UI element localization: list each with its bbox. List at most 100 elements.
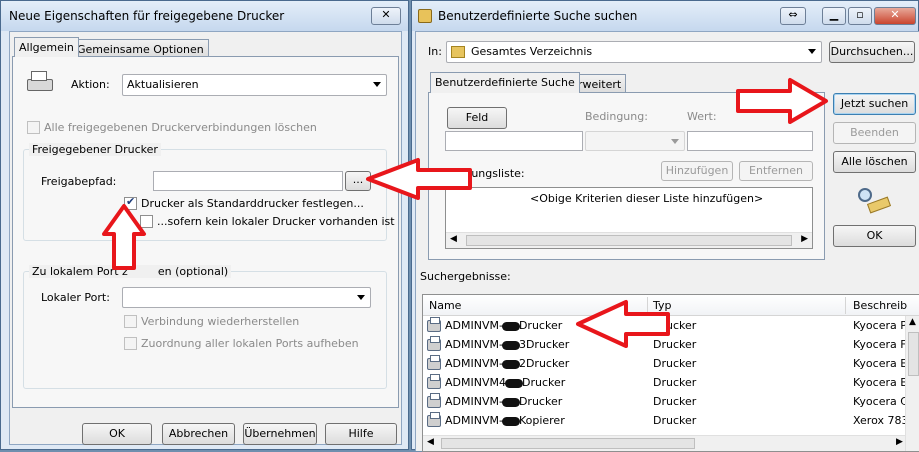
result-description: Kyocera E [853, 376, 908, 389]
condition-label: Bedingung: [585, 110, 648, 123]
result-row[interactable]: ADMINVM- 2Drucker Drucker Kyocera E [423, 355, 907, 374]
left-title-bar[interactable]: Neue Eigenschaften für freigegebene Druc… [1, 1, 408, 31]
cancel-label: Abbrechen [168, 427, 229, 440]
result-type: Drucker [653, 414, 697, 427]
custom-search-window: Benutzerdefinierte Suche suchen ⇔ ▁ ▫ ✕ … [411, 0, 919, 452]
close-icon[interactable]: ✕ [874, 7, 916, 25]
result-name-start: ADMINVM- [445, 414, 503, 427]
result-type: Drucker [653, 395, 697, 408]
result-description: Kyocera F [853, 338, 907, 351]
result-row[interactable]: ADMINVM4 Drucker Drucker Kyocera E [423, 374, 908, 393]
result-row[interactable]: ADMINVM- Drucker Drucker Kyocera P [423, 317, 907, 336]
printer-icon [427, 374, 441, 389]
result-row[interactable]: ADMINVM- 3Drucker Drucker Kyocera F [423, 336, 907, 355]
condition-dropdown[interactable] [585, 131, 685, 151]
reconnect-label: Verbindung wiederherstellen [141, 315, 300, 328]
stop-button[interactable]: Beenden [833, 122, 916, 144]
folder-icon [451, 46, 465, 58]
search-now-label: Jetzt suchen [840, 97, 909, 110]
printer-icon [427, 317, 441, 332]
ok-label: OK [109, 427, 125, 440]
in-dropdown[interactable]: Gesamtes Verzeichnis [446, 41, 822, 63]
scroll-right-icon: ▶ [801, 234, 808, 244]
scroll-thumb[interactable] [908, 332, 919, 376]
delete-all-label: Alle freigegebenen Druckerverbindungen l… [44, 121, 317, 134]
left-close-icon[interactable]: ✕ [371, 7, 401, 25]
maximize-icon[interactable]: ▫ [848, 7, 872, 25]
results-vscrollbar[interactable]: ▲ [905, 316, 919, 451]
result-name-end: Drucker [518, 319, 563, 332]
column-type[interactable]: Typ [653, 299, 672, 312]
results-hscrollbar[interactable]: ◀ ▶ [423, 435, 905, 451]
apply-label: Übernehmen [244, 427, 316, 440]
column-description[interactable]: Beschreib [853, 299, 907, 312]
scroll-thumb[interactable] [441, 438, 695, 449]
result-name-end: Drucker [521, 376, 566, 389]
assign-all-checkbox[interactable] [124, 337, 137, 350]
tab-custom-search-label: Benutzerdefinierte Suche [435, 76, 575, 89]
back-icon[interactable]: ⇔ [780, 7, 806, 25]
clear-all-button[interactable]: Alle löschen [833, 151, 916, 173]
result-name-end: Drucker [518, 395, 563, 408]
right-title-bar[interactable]: Benutzerdefinierte Suche suchen ⇔ ▁ ▫ ✕ [412, 1, 918, 31]
local-port-dropdown[interactable] [122, 287, 371, 308]
right-client-area: In: Gesamtes Verzeichnis Durchsuchen... … [415, 31, 919, 452]
search-window-icon [418, 9, 432, 23]
chevron-down-icon [373, 82, 381, 87]
scroll-thumb[interactable] [466, 235, 792, 246]
criteria-list-label: Be ungsliste: [443, 167, 525, 180]
browse-button[interactable]: Durchsuchen... [829, 41, 915, 63]
remove-label: Entfernen [749, 164, 803, 177]
criteria-placeholder: <Obige Kriterien dieser Liste hinzufügen… [530, 192, 764, 205]
scroll-right-icon: ▶ [896, 437, 903, 447]
right-window-title: Benutzerdefinierte Suche suchen [438, 9, 638, 23]
result-row[interactable]: ADMINVM- Kopierer Drucker Xerox 783 [423, 412, 908, 431]
field-input[interactable] [445, 131, 583, 151]
value-input[interactable] [687, 131, 813, 151]
reconnect-checkbox[interactable] [124, 315, 137, 328]
stop-label: Beenden [850, 126, 899, 139]
local-port-group-label: Zu lokalem Port z en (optional) [29, 265, 232, 278]
column-name[interactable]: Name [429, 299, 461, 312]
action-dropdown[interactable]: Aktualisieren [122, 74, 387, 96]
apply-button[interactable]: Übernehmen [243, 423, 317, 445]
tab-allgemein[interactable]: Allgemein [14, 37, 79, 57]
tab-gemeinsame-optionen[interactable]: Gemeinsame Optionen [72, 39, 209, 57]
browse-label: Durchsuchen... [830, 45, 914, 58]
criteria-hscrollbar[interactable]: ◀ ▶ [446, 232, 812, 248]
in-label: In: [428, 45, 442, 58]
set-default-checkbox[interactable] [124, 195, 137, 210]
help-label: Hilfe [348, 427, 374, 440]
chevron-down-icon [808, 49, 816, 54]
share-path-input[interactable] [153, 171, 343, 191]
field-button[interactable]: Feld [447, 107, 507, 129]
result-type: Drucker [653, 376, 697, 389]
close-glyph: ✕ [381, 8, 391, 21]
result-name-end: 3Drucker [518, 338, 570, 351]
minimize-icon[interactable]: ▁ [822, 7, 846, 25]
result-row[interactable]: ADMINVM- Drucker Drucker Kyocera C [423, 393, 908, 412]
result-name-start: ADMINVM- [445, 319, 503, 332]
delete-all-checkbox[interactable] [27, 121, 40, 134]
tab-custom-search[interactable]: Benutzerdefinierte Suche [430, 72, 580, 93]
left-window-title: Neue Eigenschaften für freigegebene Druc… [9, 9, 285, 23]
if-no-local-checkbox[interactable] [140, 215, 153, 228]
share-path-browse-button[interactable]: ... [345, 171, 371, 191]
result-name: ADMINVM- Drucker [445, 319, 562, 332]
criteria-list[interactable]: <Obige Kriterien dieser Liste hinzufügen… [445, 187, 813, 249]
search-now-button[interactable]: Jetzt suchen [833, 93, 916, 115]
ok-button-right[interactable]: OK [833, 225, 916, 247]
local-port-group-label-end: en (optional) [157, 265, 229, 278]
result-name: ADMINVM- Drucker [445, 395, 562, 408]
results-list[interactable]: Name Typ Beschreib ADMINVM- Drucker Drucke… [422, 294, 919, 452]
tab-allgemein-label: Allgemein [19, 41, 74, 54]
add-button[interactable]: Hinzufügen [661, 161, 733, 181]
assign-all-label: Zuordnung aller lokalen Ports aufheben [141, 337, 359, 350]
cancel-button[interactable]: Abbrechen [162, 423, 235, 445]
ok-button[interactable]: OK [82, 423, 152, 445]
criteria-list-label-start: Be [443, 167, 458, 180]
remove-button[interactable]: Entfernen [739, 161, 813, 181]
criteria-list-label-end: ungsliste: [471, 167, 525, 180]
tab-panel: Aktion: Aktualisieren Alle freigegebenen… [12, 56, 399, 408]
help-button[interactable]: Hilfe [325, 423, 397, 445]
